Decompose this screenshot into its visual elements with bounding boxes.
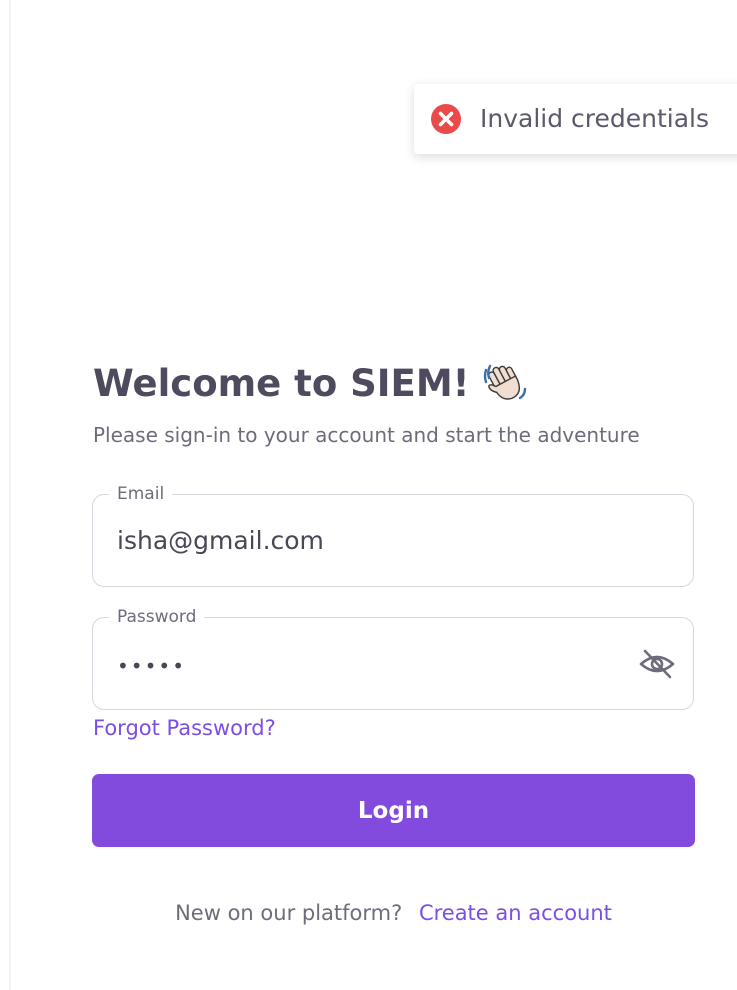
signup-row: New on our platform? Create an account <box>0 897 737 929</box>
email-label: Email <box>109 483 173 505</box>
eye-off-icon[interactable] <box>637 644 677 684</box>
login-button[interactable]: Login <box>92 774 695 847</box>
error-circle-icon <box>431 104 461 134</box>
signup-prompt: New on our platform? <box>175 901 403 925</box>
page-title-row: Welcome to SIEM! <box>93 355 528 411</box>
waving-hand-icon <box>483 364 526 400</box>
page-subtitle: Please sign-in to your account and start… <box>93 423 640 447</box>
password-label: Password <box>109 606 205 628</box>
email-field: Email <box>92 483 694 587</box>
toast-message: Invalid credentials <box>480 104 710 133</box>
password-input[interactable] <box>93 618 693 709</box>
email-input[interactable] <box>93 495 693 586</box>
left-divider <box>9 0 11 990</box>
password-field: Password <box>92 606 694 710</box>
page-title: Welcome to SIEM! <box>93 361 470 405</box>
error-toast: Invalid credentials <box>414 84 737 154</box>
create-account-link[interactable]: Create an account <box>419 901 612 925</box>
forgot-password-link[interactable]: Forgot Password? <box>93 713 276 743</box>
